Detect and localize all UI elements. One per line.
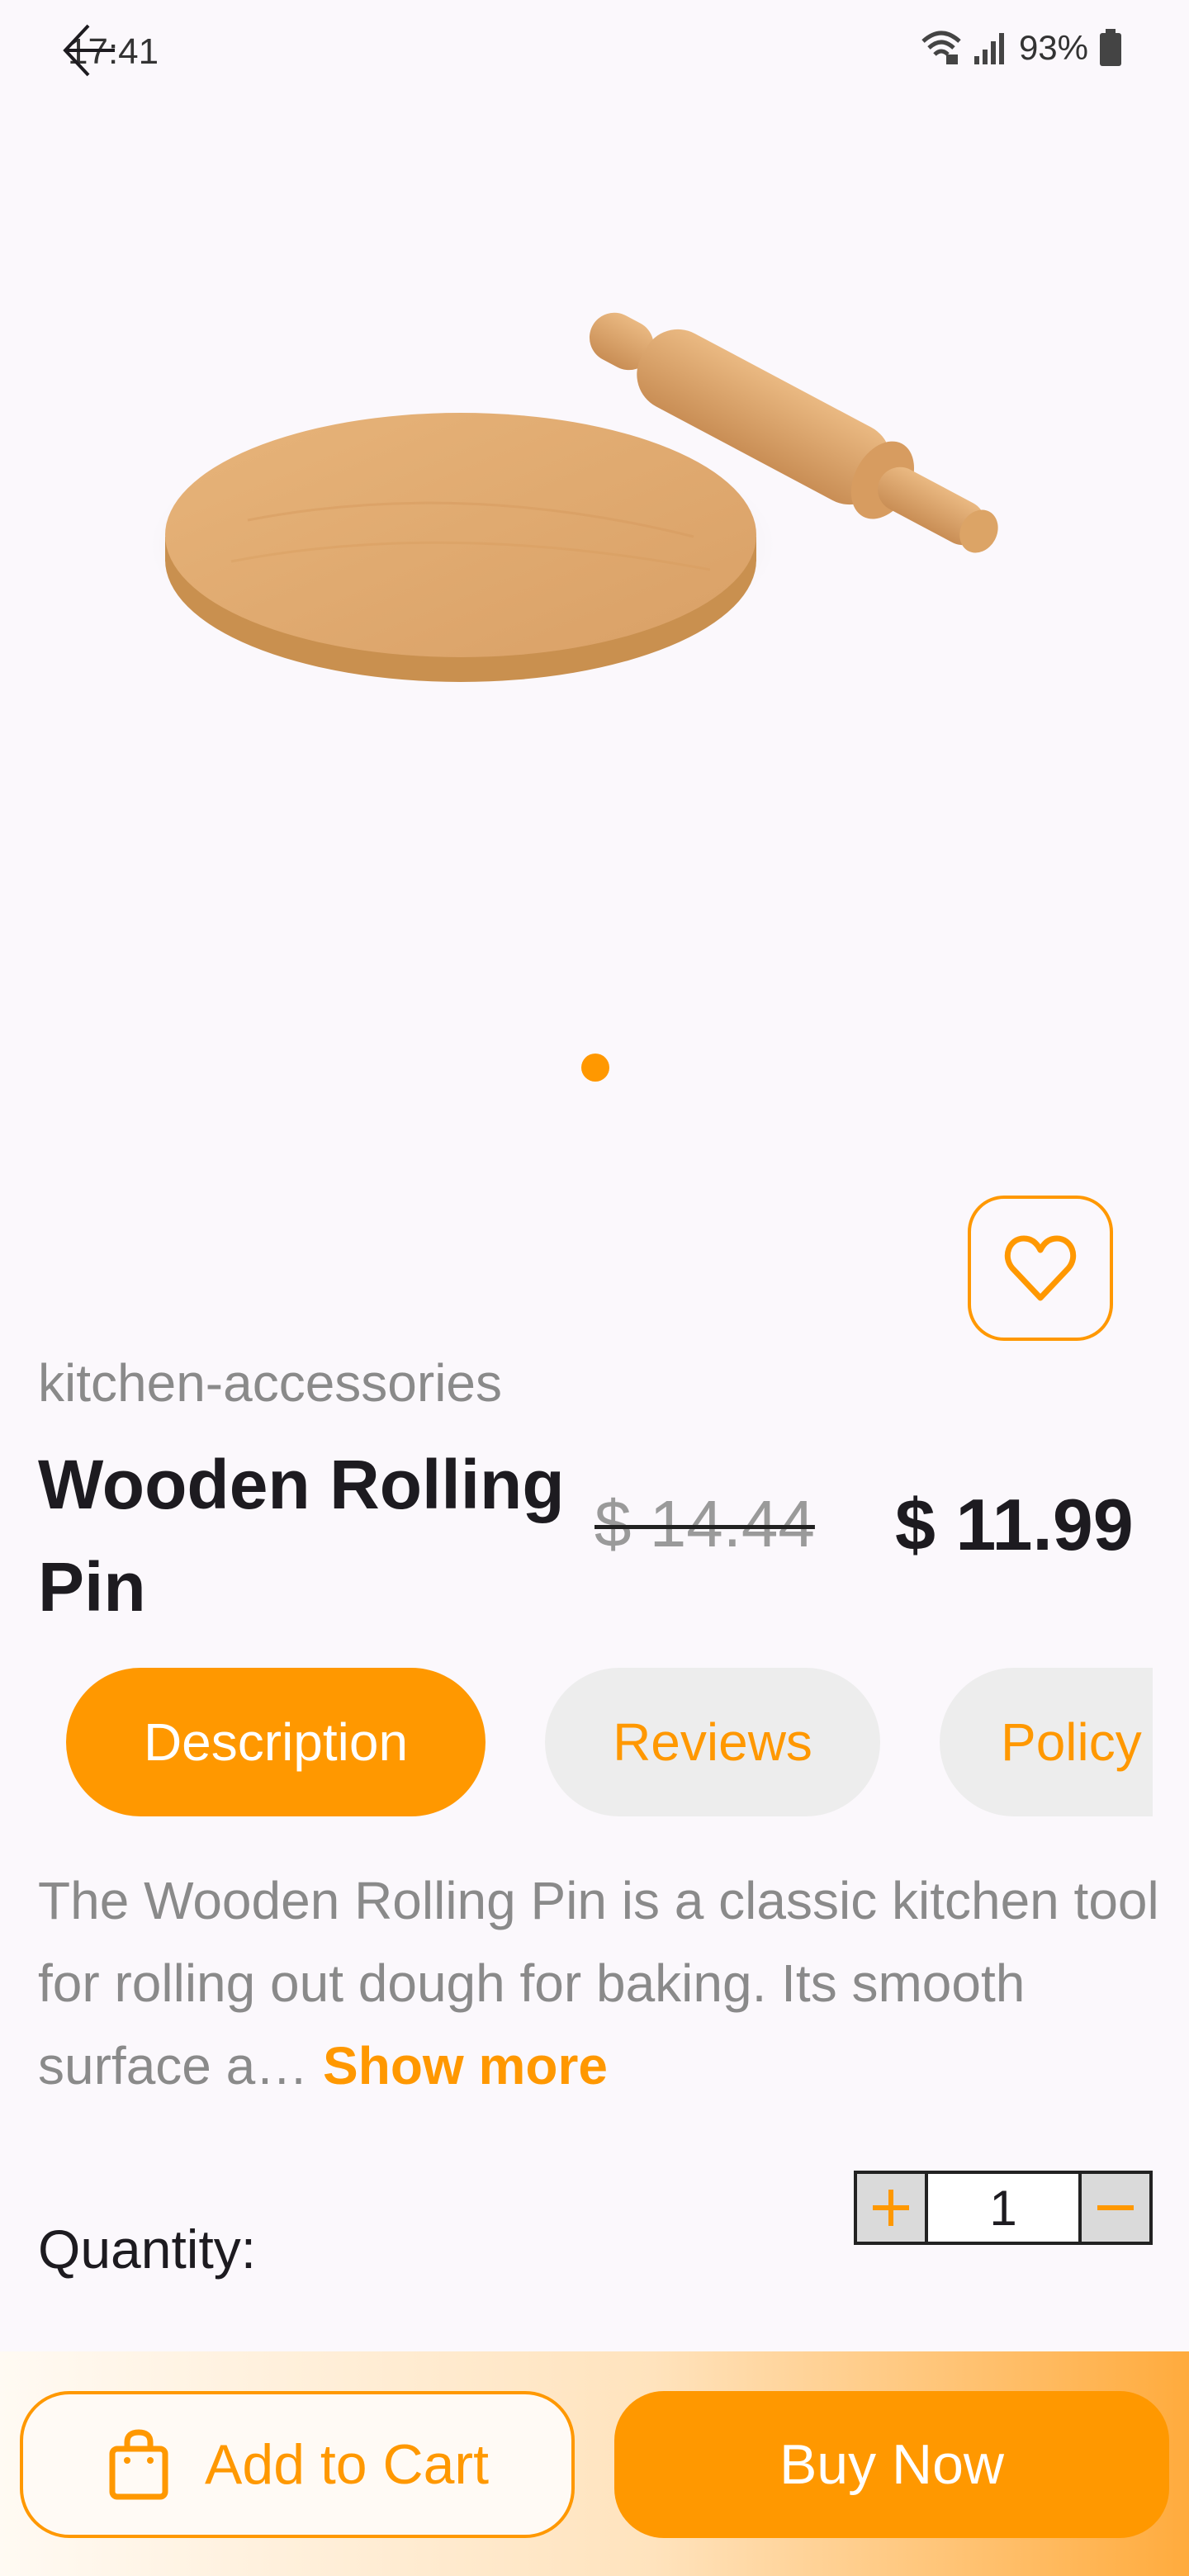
tab-reviews[interactable]: Reviews — [545, 1668, 880, 1816]
product-image[interactable] — [132, 272, 1082, 735]
tab-bar: Description Reviews Policy — [0, 1668, 1153, 1820]
status-bar: 17:41 93% — [0, 0, 1189, 99]
heart-icon — [1004, 1235, 1077, 1301]
quantity-stepper: 1 — [854, 2129, 1153, 2287]
current-price: $ 11.99 — [895, 1484, 1134, 1565]
quantity-value[interactable]: 1 — [928, 2171, 1078, 2245]
wifi-icon — [921, 31, 961, 64]
quantity-increment-button[interactable] — [854, 2171, 928, 2245]
favorite-button[interactable] — [968, 1196, 1113, 1341]
bottom-action-bar: Add to Cart Buy Now — [0, 2351, 1189, 2576]
battery-percent: 93% — [1018, 28, 1088, 67]
product-description: The Wooden Rolling Pin is a classic kitc… — [38, 1859, 1161, 2107]
minus-icon — [1097, 2205, 1134, 2210]
back-button[interactable] — [51, 13, 126, 88]
buy-now-button[interactable]: Buy Now — [614, 2391, 1169, 2538]
battery-icon — [1100, 29, 1121, 66]
status-icons: 93% — [920, 28, 1123, 68]
shopping-bag-icon — [109, 2429, 168, 2500]
plus-icon — [873, 2190, 909, 2226]
product-title: Wooden Rolling Pin — [38, 1446, 565, 1626]
tab-description[interactable]: Description — [66, 1668, 486, 1816]
quantity-label: Quantity: — [38, 2218, 257, 2280]
tab-policy[interactable]: Policy — [940, 1668, 1153, 1816]
back-arrow-icon — [63, 24, 115, 77]
product-detail-screen: 17:41 93% kitchen-accessories Wooden Rol… — [0, 0, 1189, 2576]
original-price: $ 14.44 — [594, 1487, 815, 1560]
signal-icon — [973, 33, 1004, 64]
quantity-decrement-button[interactable] — [1078, 2171, 1153, 2245]
show-more-link[interactable]: Show more — [323, 2036, 608, 2095]
buy-now-label: Buy Now — [779, 2433, 1005, 2496]
carousel-indicator[interactable] — [581, 1054, 609, 1082]
add-to-cart-label: Add to Cart — [205, 2433, 489, 2496]
product-category: kitchen-accessories — [38, 1353, 502, 1413]
add-to-cart-button[interactable]: Add to Cart — [20, 2391, 575, 2538]
